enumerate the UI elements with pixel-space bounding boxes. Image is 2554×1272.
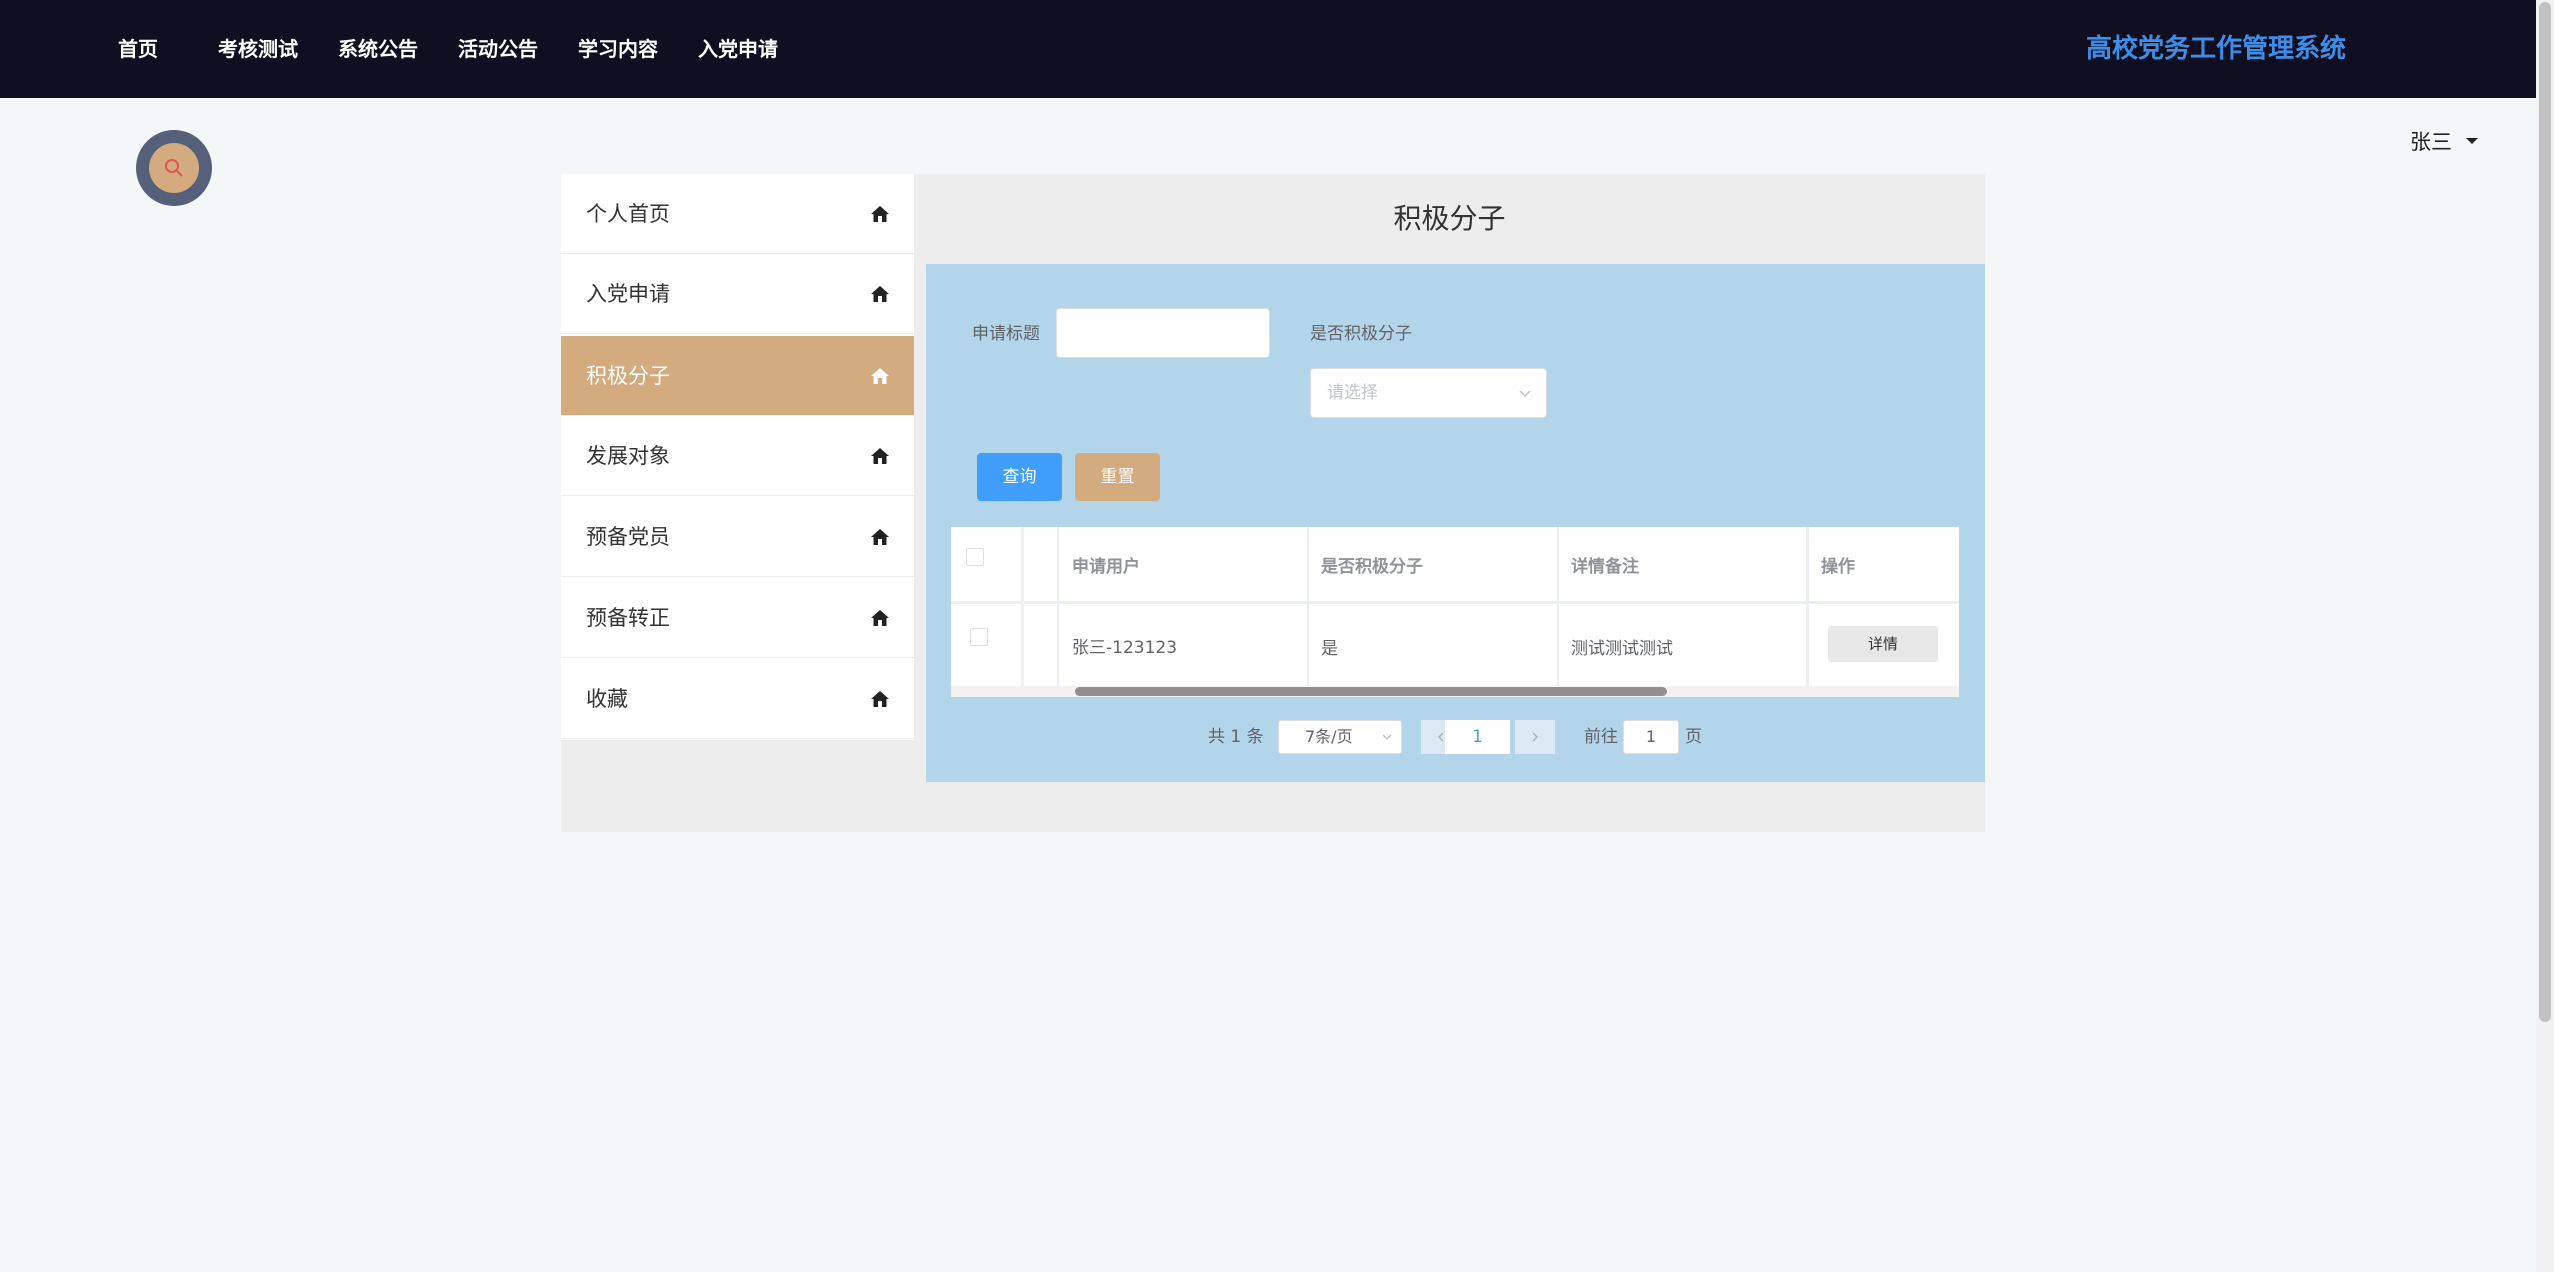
home-icon	[871, 448, 889, 464]
sidebar-item-label: 入党申请	[586, 282, 670, 306]
title-filter-input[interactable]	[1056, 308, 1270, 358]
column-header-user: 申请用户	[1072, 557, 1140, 577]
column-header-activist: 是否积极分子	[1321, 557, 1423, 577]
table-col-divider	[1806, 527, 1809, 686]
search-icon	[165, 159, 183, 177]
top-nav-bar: 首页 考核测试 系统公告 活动公告 学习内容 入党申请 高校党务工作管理系统	[0, 0, 2554, 98]
goto-page-input[interactable]: 1	[1623, 720, 1679, 754]
sidebar-item-activist[interactable]: 积极分子	[561, 336, 914, 416]
sidebar-item-apply[interactable]: 入党申请	[561, 254, 914, 334]
home-icon	[871, 610, 889, 626]
page-scrollbar[interactable]	[2536, 0, 2554, 1272]
home-icon	[871, 368, 889, 384]
user-menu[interactable]: 张三	[2410, 126, 2478, 156]
cell-user: 张三-123123	[1072, 638, 1178, 658]
chevron-down-icon	[1519, 390, 1531, 398]
sidebar-item-label: 预备党员	[586, 525, 670, 549]
sidebar-item-favorites[interactable]: 收藏	[561, 659, 914, 739]
table-col-divider	[1057, 527, 1059, 686]
pagination-total: 共 1 条	[1208, 727, 1264, 747]
column-header-action: 操作	[1821, 557, 1855, 577]
page-size-value: 7条/页	[1305, 727, 1353, 746]
home-icon	[871, 691, 889, 707]
sidebar-item-probationary[interactable]: 预备党员	[561, 497, 914, 577]
select-placeholder: 请选择	[1327, 383, 1378, 403]
cell-activist: 是	[1321, 639, 1338, 659]
detail-button[interactable]: 详情	[1828, 626, 1938, 662]
sidebar-item-development[interactable]: 发展对象	[561, 416, 914, 496]
table-col-divider	[1557, 527, 1559, 686]
nav-notice[interactable]: 系统公告	[338, 34, 418, 64]
sidebar-item-label: 预备转正	[586, 606, 670, 630]
table-col-divider	[1307, 527, 1309, 686]
query-button[interactable]: 查询	[977, 453, 1062, 501]
chevron-down-icon	[1382, 734, 1392, 741]
table-scrollbar-thumb[interactable]	[1075, 687, 1667, 696]
sidebar-item-profile[interactable]: 个人首页	[561, 174, 914, 254]
user-name: 张三	[2410, 130, 2452, 154]
sidebar-item-label: 积极分子	[586, 364, 670, 388]
site-title: 高校党务工作管理系统	[2086, 34, 2347, 64]
home-icon	[871, 286, 889, 302]
sidebar-item-label: 个人首页	[586, 202, 670, 226]
home-icon	[871, 529, 889, 545]
sidebar-item-label: 发展对象	[586, 444, 670, 468]
activist-filter-label: 是否积极分子	[1310, 324, 1412, 344]
next-page-button[interactable]	[1515, 720, 1555, 754]
reset-button[interactable]: 重置	[1075, 453, 1160, 501]
nav-apply[interactable]: 入党申请	[698, 34, 778, 64]
current-page[interactable]: 1	[1445, 720, 1510, 754]
goto-label: 前往	[1584, 727, 1618, 747]
home-icon	[871, 206, 889, 222]
search-button-inner	[149, 143, 199, 193]
nav-home[interactable]: 首页	[118, 34, 158, 64]
cell-remark: 测试测试测试	[1571, 639, 1673, 659]
page-title: 积极分子	[1393, 202, 1506, 235]
page-suffix: 页	[1685, 727, 1702, 747]
nav-learning[interactable]: 学习内容	[578, 34, 658, 64]
sidebar: 个人首页 入党申请 积极分子 发展对象 预备党员 预备转正 收藏	[561, 174, 914, 740]
row-checkbox[interactable]	[970, 628, 988, 646]
select-all-checkbox[interactable]	[966, 548, 984, 566]
sidebar-item-regularize[interactable]: 预备转正	[561, 578, 914, 658]
table-fixed-column-divider	[1021, 527, 1024, 686]
nav-exam[interactable]: 考核测试	[218, 34, 298, 64]
title-filter-label: 申请标题	[972, 324, 1040, 344]
page-size-select[interactable]: 7条/页	[1278, 720, 1402, 754]
sidebar-item-label: 收藏	[586, 687, 628, 711]
column-header-remark: 详情备注	[1571, 557, 1639, 577]
caret-down-icon	[2466, 138, 2478, 144]
activist-filter-select[interactable]: 请选择	[1310, 368, 1547, 418]
nav-activity[interactable]: 活动公告	[458, 34, 538, 64]
search-button[interactable]	[136, 130, 212, 206]
chevron-right-icon	[1532, 732, 1539, 742]
page-scrollbar-thumb[interactable]	[2539, 2, 2551, 1022]
